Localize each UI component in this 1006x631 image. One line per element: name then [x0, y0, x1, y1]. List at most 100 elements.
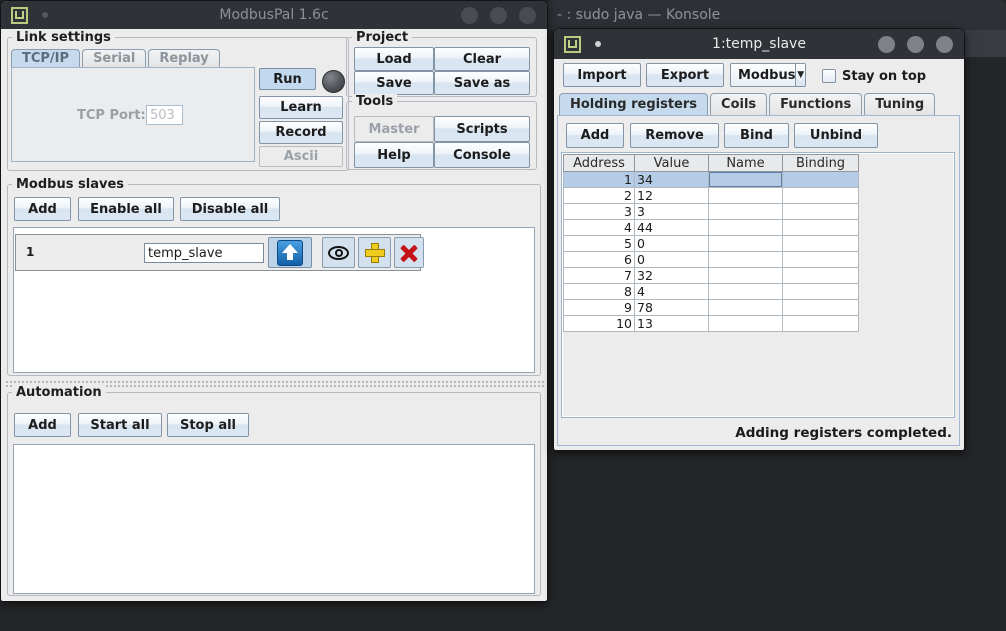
cell-address[interactable]: 2	[563, 188, 635, 204]
register-remove-button[interactable]: Remove	[630, 123, 719, 148]
tab-holding-registers[interactable]: Holding registers	[559, 93, 708, 115]
tcp-port-field[interactable]: 503	[146, 105, 183, 125]
cell-address[interactable]: 1	[563, 172, 635, 188]
export-button[interactable]: Export	[646, 63, 724, 87]
cell-value[interactable]: 3	[635, 204, 709, 220]
cell-address[interactable]: 10	[563, 316, 635, 332]
scripts-button[interactable]: Scripts	[434, 116, 530, 142]
cell-value[interactable]: 13	[635, 316, 709, 332]
table-row: 1 34	[563, 172, 859, 188]
register-unbind-button[interactable]: Unbind	[794, 123, 878, 148]
cell-binding[interactable]	[783, 268, 859, 284]
titlebar-pin-dot[interactable]	[595, 41, 601, 47]
tab-coils[interactable]: Coils	[710, 93, 767, 115]
chevron-down-icon[interactable]: ▼	[795, 64, 805, 86]
run-button[interactable]: Run	[259, 68, 316, 90]
save-as-button[interactable]: Save as	[434, 71, 530, 95]
cell-binding[interactable]	[783, 252, 859, 268]
app-icon[interactable]	[564, 36, 581, 53]
cell-address[interactable]: 3	[563, 204, 635, 220]
automation-add-button[interactable]: Add	[14, 413, 71, 437]
cell-value[interactable]: 4	[635, 284, 709, 300]
stay-on-top-checkbox[interactable]	[822, 69, 836, 83]
slave-enable-toggle[interactable]	[268, 237, 312, 268]
disable-all-button[interactable]: Disable all	[180, 197, 280, 221]
project-title: Project	[352, 30, 412, 45]
cell-name[interactable]	[709, 204, 783, 220]
cell-name[interactable]	[709, 220, 783, 236]
start-all-button[interactable]: Start all	[78, 413, 162, 437]
maximize-button[interactable]	[490, 7, 507, 24]
minimize-button[interactable]	[878, 36, 895, 53]
cell-address[interactable]: 7	[563, 268, 635, 284]
close-button[interactable]	[936, 36, 953, 53]
cell-value[interactable]: 34	[635, 172, 709, 188]
cell-value[interactable]: 0	[635, 252, 709, 268]
tab-functions[interactable]: Functions	[769, 93, 862, 115]
column-header-name[interactable]: Name	[709, 154, 783, 172]
column-header-value[interactable]: Value	[635, 154, 709, 172]
stop-all-button[interactable]: Stop all	[167, 413, 249, 437]
cell-address[interactable]: 8	[563, 284, 635, 300]
slave-view-button[interactable]	[322, 237, 355, 268]
import-button[interactable]: Import	[563, 63, 641, 87]
cell-name[interactable]	[709, 300, 783, 316]
column-header-binding[interactable]: Binding	[783, 154, 859, 172]
status-message: Adding registers completed.	[735, 425, 952, 441]
cell-value[interactable]: 78	[635, 300, 709, 316]
load-button[interactable]: Load	[354, 47, 434, 71]
cell-name[interactable]	[709, 188, 783, 204]
enable-all-button[interactable]: Enable all	[78, 197, 174, 221]
mode-combobox[interactable]: Modbus ▼	[730, 63, 806, 87]
slave-duplicate-button[interactable]	[358, 237, 391, 268]
slave-window-titlebar[interactable]: 1:temp_slave	[554, 29, 964, 59]
registers-scrollpane[interactable]: Address Value Name Binding 1 34 2 12	[561, 152, 955, 418]
cell-name[interactable]	[709, 268, 783, 284]
slave-name-field[interactable]: temp_slave	[144, 243, 264, 263]
cell-address[interactable]: 9	[563, 300, 635, 316]
konsole-titlebar[interactable]: - : sudo java — Konsole	[547, 0, 1006, 30]
cell-value[interactable]: 0	[635, 236, 709, 252]
cell-binding[interactable]	[783, 236, 859, 252]
record-button[interactable]: Record	[259, 121, 343, 144]
console-button[interactable]: Console	[434, 142, 530, 168]
cell-address[interactable]: 6	[563, 252, 635, 268]
column-header-address[interactable]: Address	[563, 154, 635, 172]
help-button[interactable]: Help	[354, 142, 434, 168]
cell-value[interactable]: 44	[635, 220, 709, 236]
slaves-add-button[interactable]: Add	[14, 197, 71, 221]
tab-tuning[interactable]: Tuning	[864, 93, 935, 115]
cell-name[interactable]	[709, 316, 783, 332]
cell-binding[interactable]	[783, 316, 859, 332]
register-bind-button[interactable]: Bind	[724, 123, 789, 148]
cell-name[interactable]	[709, 236, 783, 252]
cell-value[interactable]: 12	[635, 188, 709, 204]
cell-name[interactable]	[709, 284, 783, 300]
close-button[interactable]	[519, 7, 536, 24]
modbuspal-titlebar[interactable]: ModbusPal 1.6c	[1, 1, 547, 29]
minimize-button[interactable]	[461, 7, 478, 24]
table-header-row: Address Value Name Binding	[563, 154, 859, 172]
clear-button[interactable]: Clear	[434, 47, 530, 71]
tab-tcpip[interactable]: TCP/IP	[11, 49, 80, 67]
save-button[interactable]: Save	[354, 71, 434, 95]
maximize-button[interactable]	[907, 36, 924, 53]
cell-binding[interactable]	[783, 300, 859, 316]
cell-binding[interactable]	[783, 204, 859, 220]
cell-value[interactable]: 32	[635, 268, 709, 284]
app-icon[interactable]	[11, 7, 28, 24]
tab-serial[interactable]: Serial	[82, 49, 146, 67]
cell-address[interactable]: 4	[563, 220, 635, 236]
learn-button[interactable]: Learn	[259, 96, 343, 119]
cell-binding[interactable]	[783, 172, 859, 188]
cell-name[interactable]	[709, 252, 783, 268]
titlebar-pin-dot[interactable]	[42, 12, 48, 18]
cell-binding[interactable]	[783, 188, 859, 204]
cell-binding[interactable]	[783, 284, 859, 300]
cell-binding[interactable]	[783, 220, 859, 236]
tab-replay[interactable]: Replay	[148, 49, 219, 67]
cell-address[interactable]: 5	[563, 236, 635, 252]
cell-name[interactable]	[709, 172, 783, 188]
register-add-button[interactable]: Add	[566, 123, 624, 148]
slave-delete-button[interactable]	[394, 237, 424, 268]
